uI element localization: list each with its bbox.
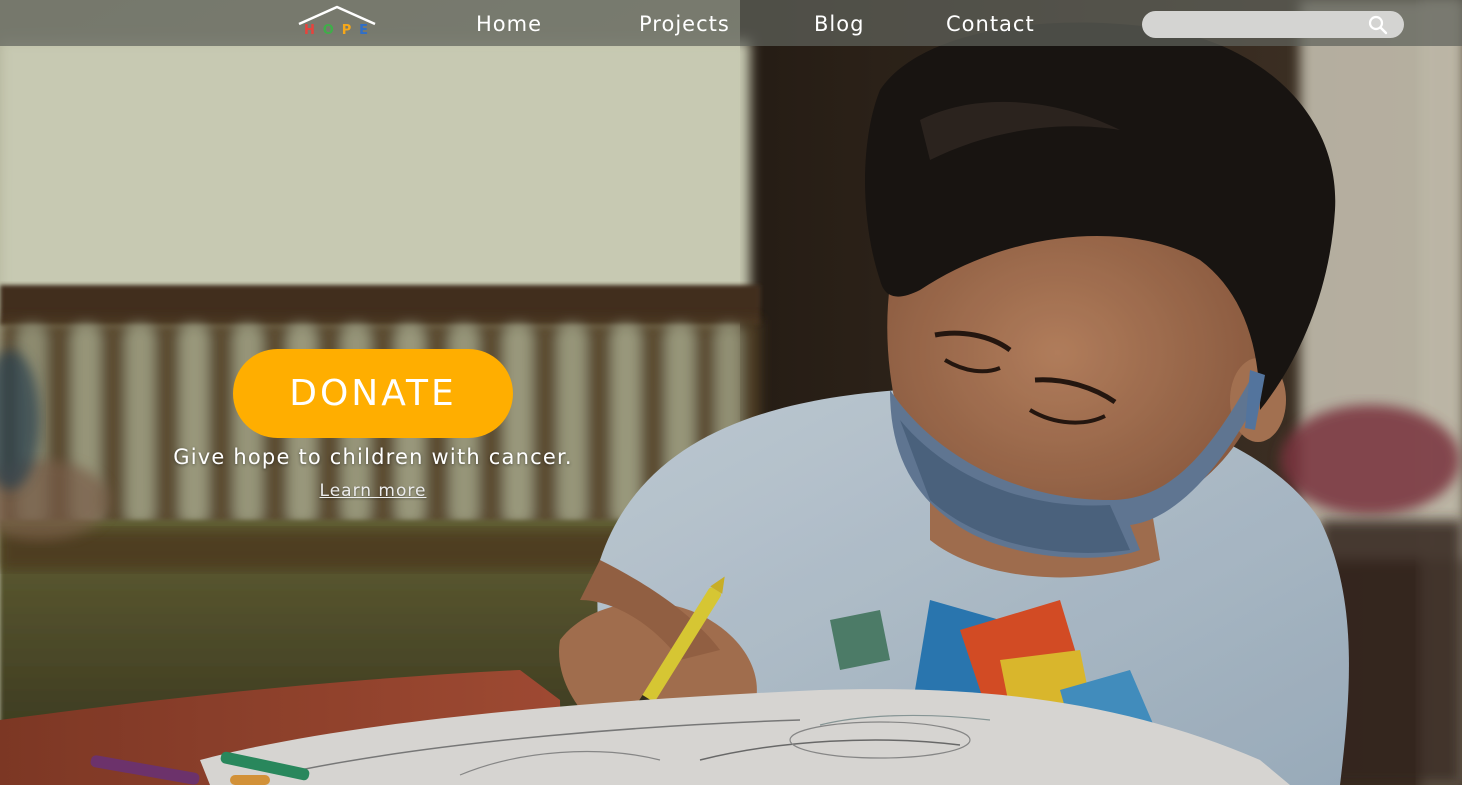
hero-background-image: [0, 0, 1462, 785]
search-icon[interactable]: [1368, 15, 1388, 35]
nav-item-contact[interactable]: Contact: [946, 10, 1035, 38]
logo-letter-p: P: [341, 23, 352, 38]
learn-more-link[interactable]: Learn more: [273, 480, 473, 502]
nav-item-home[interactable]: Home: [476, 10, 542, 38]
nav-item-blog[interactable]: Blog: [814, 10, 864, 38]
logo-letters: H O P E: [304, 23, 368, 39]
site-header: H O P E Home Projects Blog Contact: [0, 0, 1462, 46]
logo-letter-e: E: [359, 23, 368, 38]
search-input[interactable]: [1154, 14, 1368, 36]
nav-item-projects[interactable]: Projects: [639, 10, 730, 38]
search-bar: [1142, 11, 1404, 38]
hope-logo[interactable]: H O P E: [296, 4, 378, 42]
logo-letter-h: H: [304, 23, 315, 38]
donate-button[interactable]: DONATE: [233, 349, 513, 438]
hero-tagline: Give hope to children with cancer.: [173, 445, 573, 469]
page: H O P E Home Projects Blog Contact DONAT…: [0, 0, 1462, 785]
logo-letter-o: O: [322, 23, 334, 38]
